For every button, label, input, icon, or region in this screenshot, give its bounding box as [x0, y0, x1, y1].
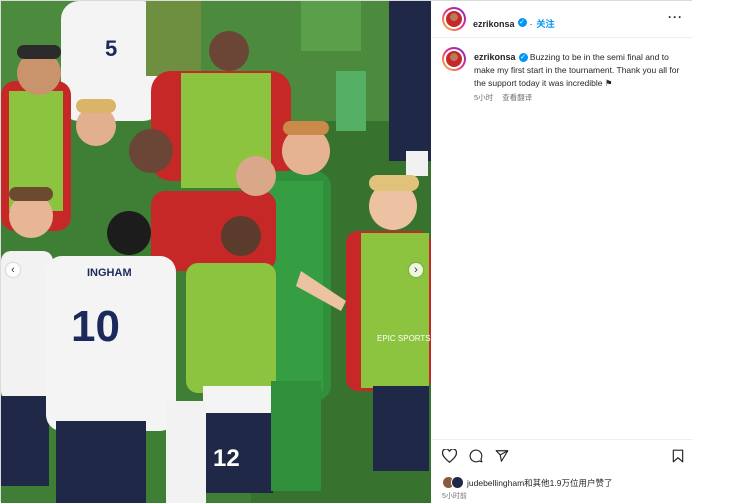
post-timestamp: 5小时前 [442, 493, 467, 500]
jersey-number-10: 10 [71, 302, 120, 351]
post-sidebar: ezrikonsa ✓ · 关注 ··· ezrikonsa ✓ Buzzing to … [432, 1, 693, 503]
post-dialog: 5 EPIC SPORTS INGHAM 10 12 ‹ › ezrikonsa… [0, 0, 693, 503]
next-photo-button[interactable]: › [409, 263, 423, 277]
post-photo: 5 EPIC SPORTS INGHAM 10 12 ‹ › [1, 1, 431, 503]
sponsor-text: EPIC SPORTS [377, 334, 431, 343]
author-line: ezrikonsa ✓ · 关注 [473, 14, 555, 32]
caption: ezrikonsa ✓ Buzzing to be in the semi fin… [474, 51, 682, 89]
comment-icon[interactable] [469, 449, 483, 463]
author-avatar[interactable] [442, 7, 466, 31]
jersey-number-12: 12 [213, 445, 240, 472]
more-options-icon[interactable]: ··· [668, 10, 683, 24]
liker-avatar-icon [451, 476, 464, 489]
caption-time: 5小时 [474, 93, 494, 102]
translate-link[interactable]: 查看翻译 [502, 93, 532, 102]
post-header: ezrikonsa ✓ · 关注 ··· [432, 1, 693, 38]
caption-avatar[interactable] [442, 47, 466, 71]
celebration-photo: 5 EPIC SPORTS INGHAM 10 12 [1, 1, 431, 503]
separator-dot: · [529, 19, 533, 29]
caption-verified-icon: ✓ [518, 53, 528, 63]
caption-meta: 5小时 查看翻译 [474, 92, 541, 103]
likes-text[interactable]: judebellingham和其他1.9万位用户赞了 [467, 477, 613, 489]
action-bar: judebellingham和其他1.9万位用户赞了 5小时前 [432, 439, 693, 504]
previous-photo-button[interactable]: ‹ [6, 263, 20, 277]
flag-emoji-icon: ⚑ [604, 77, 613, 88]
like-heart-icon[interactable] [442, 449, 457, 463]
author-username[interactable]: ezrikonsa [473, 19, 515, 29]
likes-summary: judebellingham和其他1.9万位用户赞了 [442, 476, 613, 489]
save-bookmark-icon[interactable] [672, 449, 684, 463]
caption-username[interactable]: ezrikonsa [474, 52, 516, 62]
jersey-number-5: 5 [105, 36, 117, 61]
verified-badge-icon: ✓ [517, 18, 527, 28]
jersey-name: INGHAM [87, 267, 132, 279]
share-icon[interactable] [495, 449, 509, 463]
follow-button[interactable]: 关注 [537, 19, 555, 29]
